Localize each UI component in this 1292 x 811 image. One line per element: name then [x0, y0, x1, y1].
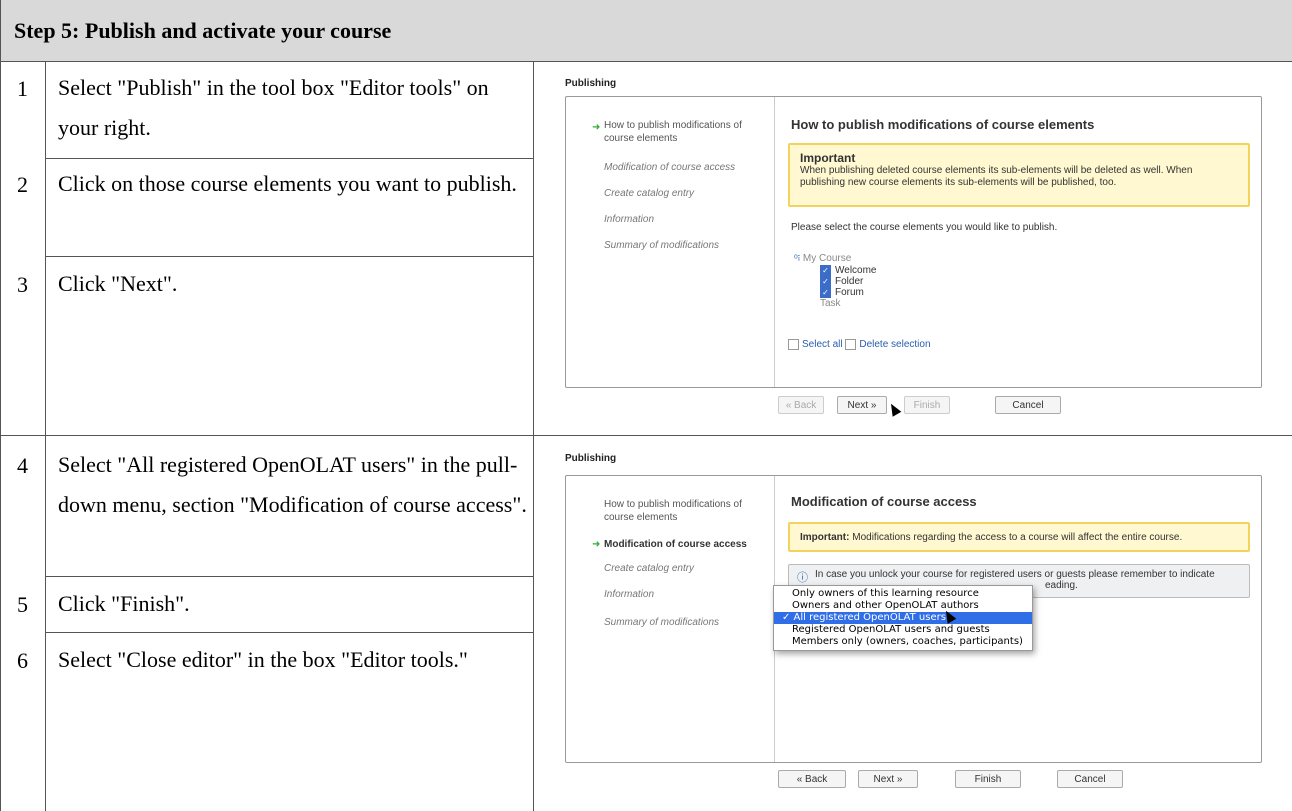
section-header: Step 5: Publish and activate your course	[0, 0, 1292, 62]
step-heading: How to publish modifications of course e…	[791, 117, 1095, 132]
select-all-checkbox[interactable]	[788, 339, 799, 350]
step-number: 4	[17, 453, 28, 478]
important-notice: Important When publishing deleted course…	[788, 143, 1250, 207]
back-button[interactable]: « Back	[778, 396, 824, 414]
group-divider	[0, 435, 1292, 436]
wizard-step-summary[interactable]: Summary of modifications	[604, 616, 719, 629]
dropdown-option[interactable]: Owners and other OpenOLAT authors	[774, 600, 1032, 612]
wizard-title: Publishing	[565, 78, 617, 89]
dropdown-option[interactable]: Registered OpenOLAT users and guests	[774, 624, 1032, 636]
wizard-divider	[774, 97, 775, 387]
mouse-cursor-icon	[886, 401, 902, 417]
checkbox-checked-icon[interactable]: ✓	[820, 287, 831, 298]
cancel-button[interactable]: Cancel	[1057, 770, 1123, 788]
document-page: Step 5: Publish and activate your course…	[0, 0, 1292, 811]
wizard-step-intro[interactable]: How to publish modifications of course e…	[604, 119, 769, 145]
wizard-step-intro[interactable]: How to publish modifications of course e…	[604, 498, 769, 524]
wizard-title: Publishing	[565, 453, 617, 464]
step-text: Select "All registered OpenOLAT users" i…	[58, 452, 527, 517]
wizard-step-access[interactable]: Modification of course access	[604, 538, 747, 551]
wizard-panel: How to publish modifications of course e…	[565, 475, 1262, 763]
step-number: 3	[17, 272, 28, 297]
tree-item[interactable]: ✓ Forum	[794, 287, 877, 298]
delete-selection-link[interactable]: Delete selection	[859, 339, 930, 350]
step-number: 2	[17, 172, 28, 197]
access-dropdown-menu[interactable]: Only owners of this learning resource Ow…	[773, 585, 1033, 651]
publishing-screenshot-2: Publishing How to publish modifications …	[560, 453, 1270, 803]
step-number: 5	[17, 592, 28, 617]
instruction-text: Please select the course elements you wo…	[791, 222, 1058, 233]
back-button[interactable]: « Back	[778, 770, 846, 788]
important-text: When publishing deleted course elements …	[800, 165, 1193, 188]
step-heading: Modification of course access	[791, 494, 977, 509]
step-number: 6	[17, 648, 28, 673]
important-notice: Important: Modifications regarding the a…	[788, 522, 1250, 552]
next-button[interactable]: Next »	[858, 770, 918, 788]
important-text: Modifications regarding the access to a …	[852, 532, 1183, 543]
important-title: Important	[800, 151, 856, 165]
step-number: 1	[17, 76, 28, 101]
current-step-arrow-icon: ➜	[592, 122, 601, 133]
tree-item[interactable]: ✓ Welcome	[794, 265, 877, 276]
info-text: In case you unlock your course for regis…	[815, 569, 1215, 580]
row-divider	[45, 632, 533, 633]
wizard-step-information[interactable]: Information	[604, 213, 654, 226]
wizard-step-summary[interactable]: Summary of modifications	[604, 239, 719, 252]
checkbox-checked-icon[interactable]: ✓	[820, 276, 831, 287]
table-divider-number	[45, 62, 46, 811]
row-divider	[45, 158, 533, 159]
course-node-icon: ᵒ፧	[794, 253, 801, 264]
tree-item: Task	[820, 298, 841, 309]
section-title: Step 5: Publish and activate your course	[14, 18, 392, 43]
table-border-left	[0, 0, 1, 811]
row-divider	[45, 256, 533, 257]
current-step-arrow-icon: ➜	[592, 539, 601, 550]
info-icon: ⓘ	[797, 572, 808, 584]
dropdown-option-selected[interactable]: ✓ All registered OpenOLAT users	[774, 612, 1032, 624]
important-label: Important:	[800, 532, 850, 543]
tree-item[interactable]: ✓ Folder	[794, 276, 877, 287]
wizard-step-catalog[interactable]: Create catalog entry	[604, 187, 694, 200]
tree-root: ᵒ፧ My Course	[794, 253, 852, 264]
wizard-step-catalog[interactable]: Create catalog entry	[604, 562, 694, 575]
row-divider	[45, 576, 533, 577]
step-text: Select "Close editor" in the box "Editor…	[58, 647, 468, 672]
cancel-button[interactable]: Cancel	[995, 396, 1061, 414]
wizard-step-information[interactable]: Information	[604, 588, 654, 601]
dropdown-option[interactable]: Members only (owners, coaches, participa…	[774, 636, 1032, 648]
finish-button[interactable]: Finish	[955, 770, 1021, 788]
table-divider-image	[533, 62, 534, 811]
step-text: Click "Next".	[58, 271, 178, 296]
wizard-step-access[interactable]: Modification of course access	[604, 161, 735, 174]
select-all-link[interactable]: Select all	[802, 339, 843, 350]
delete-selection-checkbox[interactable]	[845, 339, 857, 350]
step-text: Click on those course elements you want …	[58, 171, 517, 196]
course-tree: ᵒ፧ My Course ✓ Welcome ✓ Folder ✓ Forum Tas…	[794, 253, 877, 309]
step-text: Click "Finish".	[58, 591, 190, 616]
wizard-panel: ➜ How to publish modifications of course…	[565, 96, 1262, 388]
publishing-screenshot-1: Publishing ➜ How to publish modification…	[560, 78, 1270, 423]
dropdown-option[interactable]: Only owners of this learning resource	[774, 588, 1032, 600]
checkbox-checked-icon[interactable]: ✓	[820, 265, 831, 276]
selection-links: Select all Delete selection	[788, 339, 931, 350]
finish-button[interactable]: Finish	[904, 396, 950, 414]
next-button[interactable]: Next »	[837, 396, 887, 414]
step-text: Select "Publish" in the tool box "Editor…	[58, 75, 489, 140]
